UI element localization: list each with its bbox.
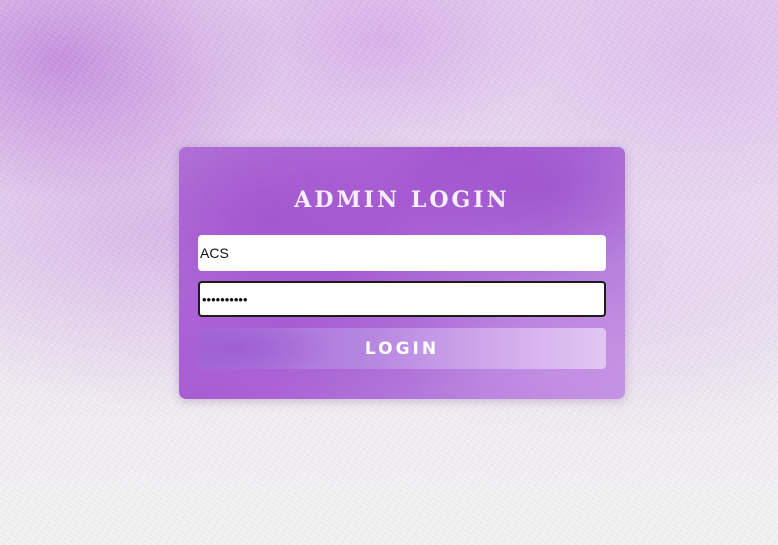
login-button[interactable]: LOGIN	[198, 328, 606, 369]
username-input[interactable]	[198, 235, 606, 271]
login-card: ADMIN LOGIN LOGIN	[179, 147, 625, 399]
login-title: ADMIN LOGIN	[294, 187, 510, 213]
password-input[interactable]	[198, 281, 606, 317]
